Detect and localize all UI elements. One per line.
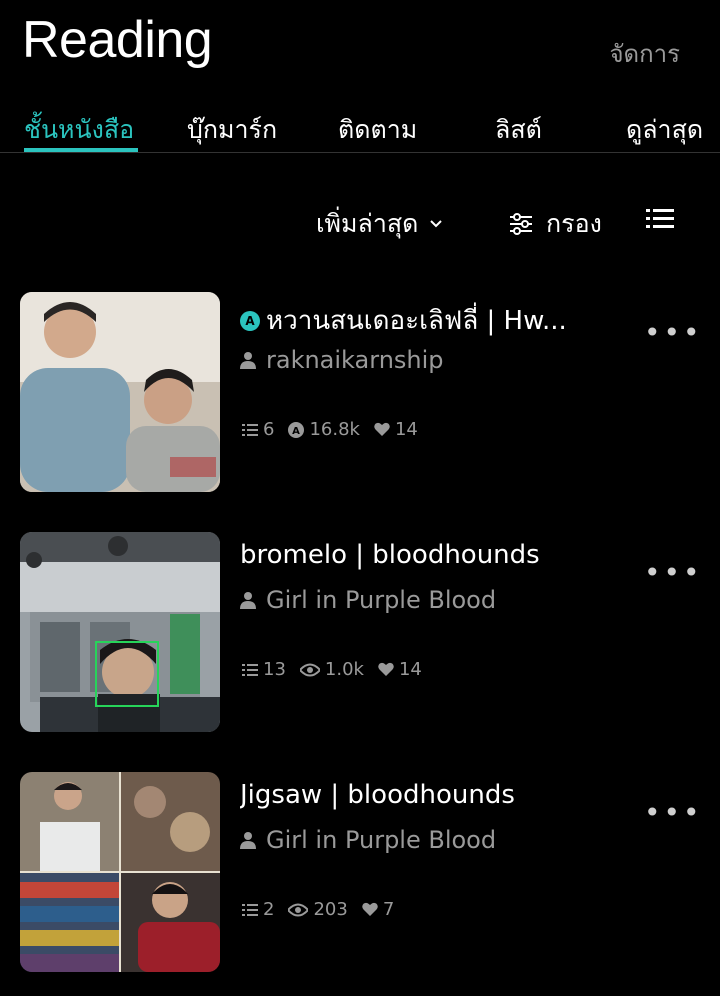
user-icon bbox=[240, 352, 256, 369]
story-cover[interactable] bbox=[20, 532, 220, 732]
sort-dropdown[interactable]: เพิ่มล่าสุด bbox=[316, 204, 444, 244]
like-count: 14 bbox=[394, 419, 418, 440]
story-author[interactable]: raknaikarnship bbox=[240, 346, 444, 374]
view-count: 16.8k bbox=[309, 419, 360, 440]
story-stats: 6 A 16.8k 14 bbox=[242, 419, 426, 440]
eye-icon bbox=[299, 663, 320, 676]
tab-bar: ชั้นหนังสือ บุ๊กมาร์ก ติดตาม ลิสต์ ดูล่า… bbox=[0, 104, 720, 153]
story-title-text: bromelo | bloodhounds bbox=[240, 540, 540, 570]
story-cover[interactable] bbox=[20, 772, 220, 972]
filter-label: กรอง bbox=[546, 209, 602, 238]
author-name: raknaikarnship bbox=[266, 346, 444, 374]
story-item[interactable]: bromelo | bloodhounds Girl in Purple Blo… bbox=[0, 532, 720, 732]
community-badge-icon: A bbox=[240, 310, 260, 331]
chapter-count: 6 bbox=[263, 419, 275, 440]
view-count: 203 bbox=[313, 899, 348, 920]
heart-icon bbox=[378, 662, 394, 676]
community-views-icon: A bbox=[288, 421, 305, 438]
chapters-icon bbox=[242, 423, 258, 436]
story-item[interactable]: A หวานสนเดอะเลิฟลี่ | Hw... raknaikarnsh… bbox=[0, 292, 720, 492]
list-view-icon[interactable] bbox=[646, 206, 674, 232]
manage-button[interactable]: จัดการ bbox=[609, 34, 680, 73]
user-icon bbox=[240, 832, 256, 849]
chapter-count: 13 bbox=[263, 659, 286, 680]
sliders-icon bbox=[510, 213, 532, 235]
story-author[interactable]: Girl in Purple Blood bbox=[240, 586, 496, 614]
eye-icon bbox=[288, 903, 309, 916]
story-cover[interactable] bbox=[20, 292, 220, 492]
author-name: Girl in Purple Blood bbox=[266, 586, 497, 614]
story-author[interactable]: Girl in Purple Blood bbox=[240, 826, 496, 854]
tab-bookmark[interactable]: บุ๊กมาร์ก bbox=[187, 110, 277, 150]
tab-shelf[interactable]: ชั้นหนังสือ bbox=[24, 110, 134, 150]
like-count: 14 bbox=[398, 659, 422, 680]
heart-icon bbox=[374, 422, 390, 436]
heart-icon bbox=[362, 902, 378, 916]
sort-label: เพิ่มล่าสุด bbox=[316, 209, 419, 238]
more-options-icon[interactable]: ••• bbox=[644, 316, 703, 349]
story-title-text: หวานสนเดอะเลิฟลี่ | Hw... bbox=[266, 306, 567, 336]
story-title[interactable]: Jigsaw | bloodhounds bbox=[240, 780, 600, 810]
like-count: 7 bbox=[382, 899, 395, 920]
page-title: Reading bbox=[22, 11, 213, 69]
chevron-down-icon bbox=[430, 220, 443, 228]
toolbar: เพิ่มล่าสุด กรอง bbox=[0, 200, 720, 244]
more-options-icon[interactable]: ••• bbox=[644, 796, 703, 829]
tab-active-indicator bbox=[24, 148, 138, 152]
more-options-icon[interactable]: ••• bbox=[644, 556, 703, 589]
filter-button[interactable]: กรอง bbox=[508, 204, 602, 244]
story-title-text: Jigsaw | bloodhounds bbox=[240, 780, 515, 810]
chapters-icon bbox=[242, 663, 258, 676]
story-stats: 2 203 7 bbox=[242, 899, 402, 920]
story-title[interactable]: A หวานสนเดอะเลิฟลี่ | Hw... bbox=[240, 300, 600, 341]
tab-recent[interactable]: ดูล่าสุด bbox=[626, 110, 703, 150]
user-icon bbox=[240, 592, 256, 609]
story-title[interactable]: bromelo | bloodhounds bbox=[240, 540, 600, 570]
chapter-count: 2 bbox=[263, 899, 275, 920]
tab-list[interactable]: ลิสต์ bbox=[495, 110, 542, 150]
view-count: 1.0k bbox=[324, 659, 364, 680]
svg-text:A: A bbox=[293, 426, 301, 437]
chapters-icon bbox=[242, 903, 258, 916]
story-item[interactable]: Jigsaw | bloodhounds Girl in Purple Bloo… bbox=[0, 772, 720, 972]
story-stats: 13 1.0k 14 bbox=[242, 659, 430, 680]
tab-following[interactable]: ติดตาม bbox=[338, 110, 417, 150]
author-name: Girl in Purple Blood bbox=[266, 826, 497, 854]
